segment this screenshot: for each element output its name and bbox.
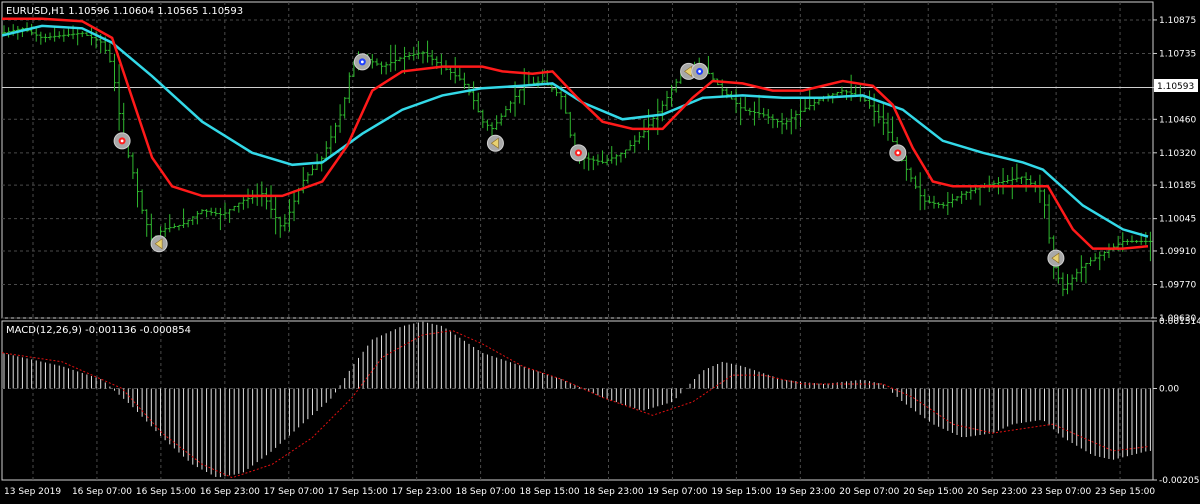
time-axis-label: 17 Sep 23:00 [392,487,452,497]
time-axis-label: 16 Sep 23:00 [200,487,260,497]
price-axis-label: 1.10460 [1159,115,1196,125]
macd-axis-label: 0.00 [1159,385,1179,395]
macd-series [1,321,1151,479]
macd-header: MACD(12,26,9) -0.001136 -0.000854 [6,325,191,336]
current-price-label: 1.10593 [1157,82,1194,92]
dot-center [698,70,702,73]
time-axis-label: 16 Sep 07:00 [72,487,132,497]
time-axis-label: 19 Sep 23:00 [775,487,835,497]
time-axis-label: 23 Sep 15:00 [1095,487,1155,497]
time-axis-label: 18 Sep 07:00 [456,487,516,497]
chart-canvas[interactable]: 1.10875 1.10735 1.10593 1.10460 1.10320 1.101… [0,0,1200,500]
time-axis-label: 20 Sep 23:00 [967,487,1027,497]
time-axis-label: 18 Sep 23:00 [584,487,644,497]
dot-center [120,139,124,143]
time-axis-label: 18 Sep 15:00 [520,487,580,497]
price-chart-header: EURUSD,H1 1.10596 1.10604 1.10565 1.1059… [6,6,243,17]
time-axis-label: 20 Sep 07:00 [839,487,899,497]
price-axis-label: 1.09910 [1159,247,1196,257]
price-axis-label: 1.10875 [1159,16,1196,26]
time-axis-label: 19 Sep 07:00 [647,487,707,497]
price-axis-label: 1.10185 [1159,181,1196,191]
price-axis-label: 1.10735 [1159,49,1196,59]
macd-axis-label: 0.001514 [1159,317,1200,327]
dot-center [896,151,900,155]
dot-center [360,60,364,64]
slow-ma-line [1,24,1149,238]
time-axis-label: 19 Sep 15:00 [711,487,771,497]
macd-axis-label: -0.002052 [1159,476,1200,486]
price-axis-label: 1.10045 [1159,215,1196,225]
price-axis-label: 1.09770 [1159,280,1196,290]
time-axis-label: 23 Sep 07:00 [1031,487,1091,497]
time-axis-label: 16 Sep 15:00 [136,487,196,497]
time-axis-label: 13 Sep 2019 [4,487,61,497]
time-axis-label: 17 Sep 15:00 [328,487,388,497]
time-axis-label: 20 Sep 15:00 [903,487,963,497]
price-axis-label: 1.10320 [1159,149,1196,159]
dot-center [577,151,580,155]
time-axis-label: 17 Sep 07:00 [264,487,324,497]
trading-chart-window[interactable]: 1.10875 1.10735 1.10593 1.10460 1.10320 1.101… [0,0,1200,500]
